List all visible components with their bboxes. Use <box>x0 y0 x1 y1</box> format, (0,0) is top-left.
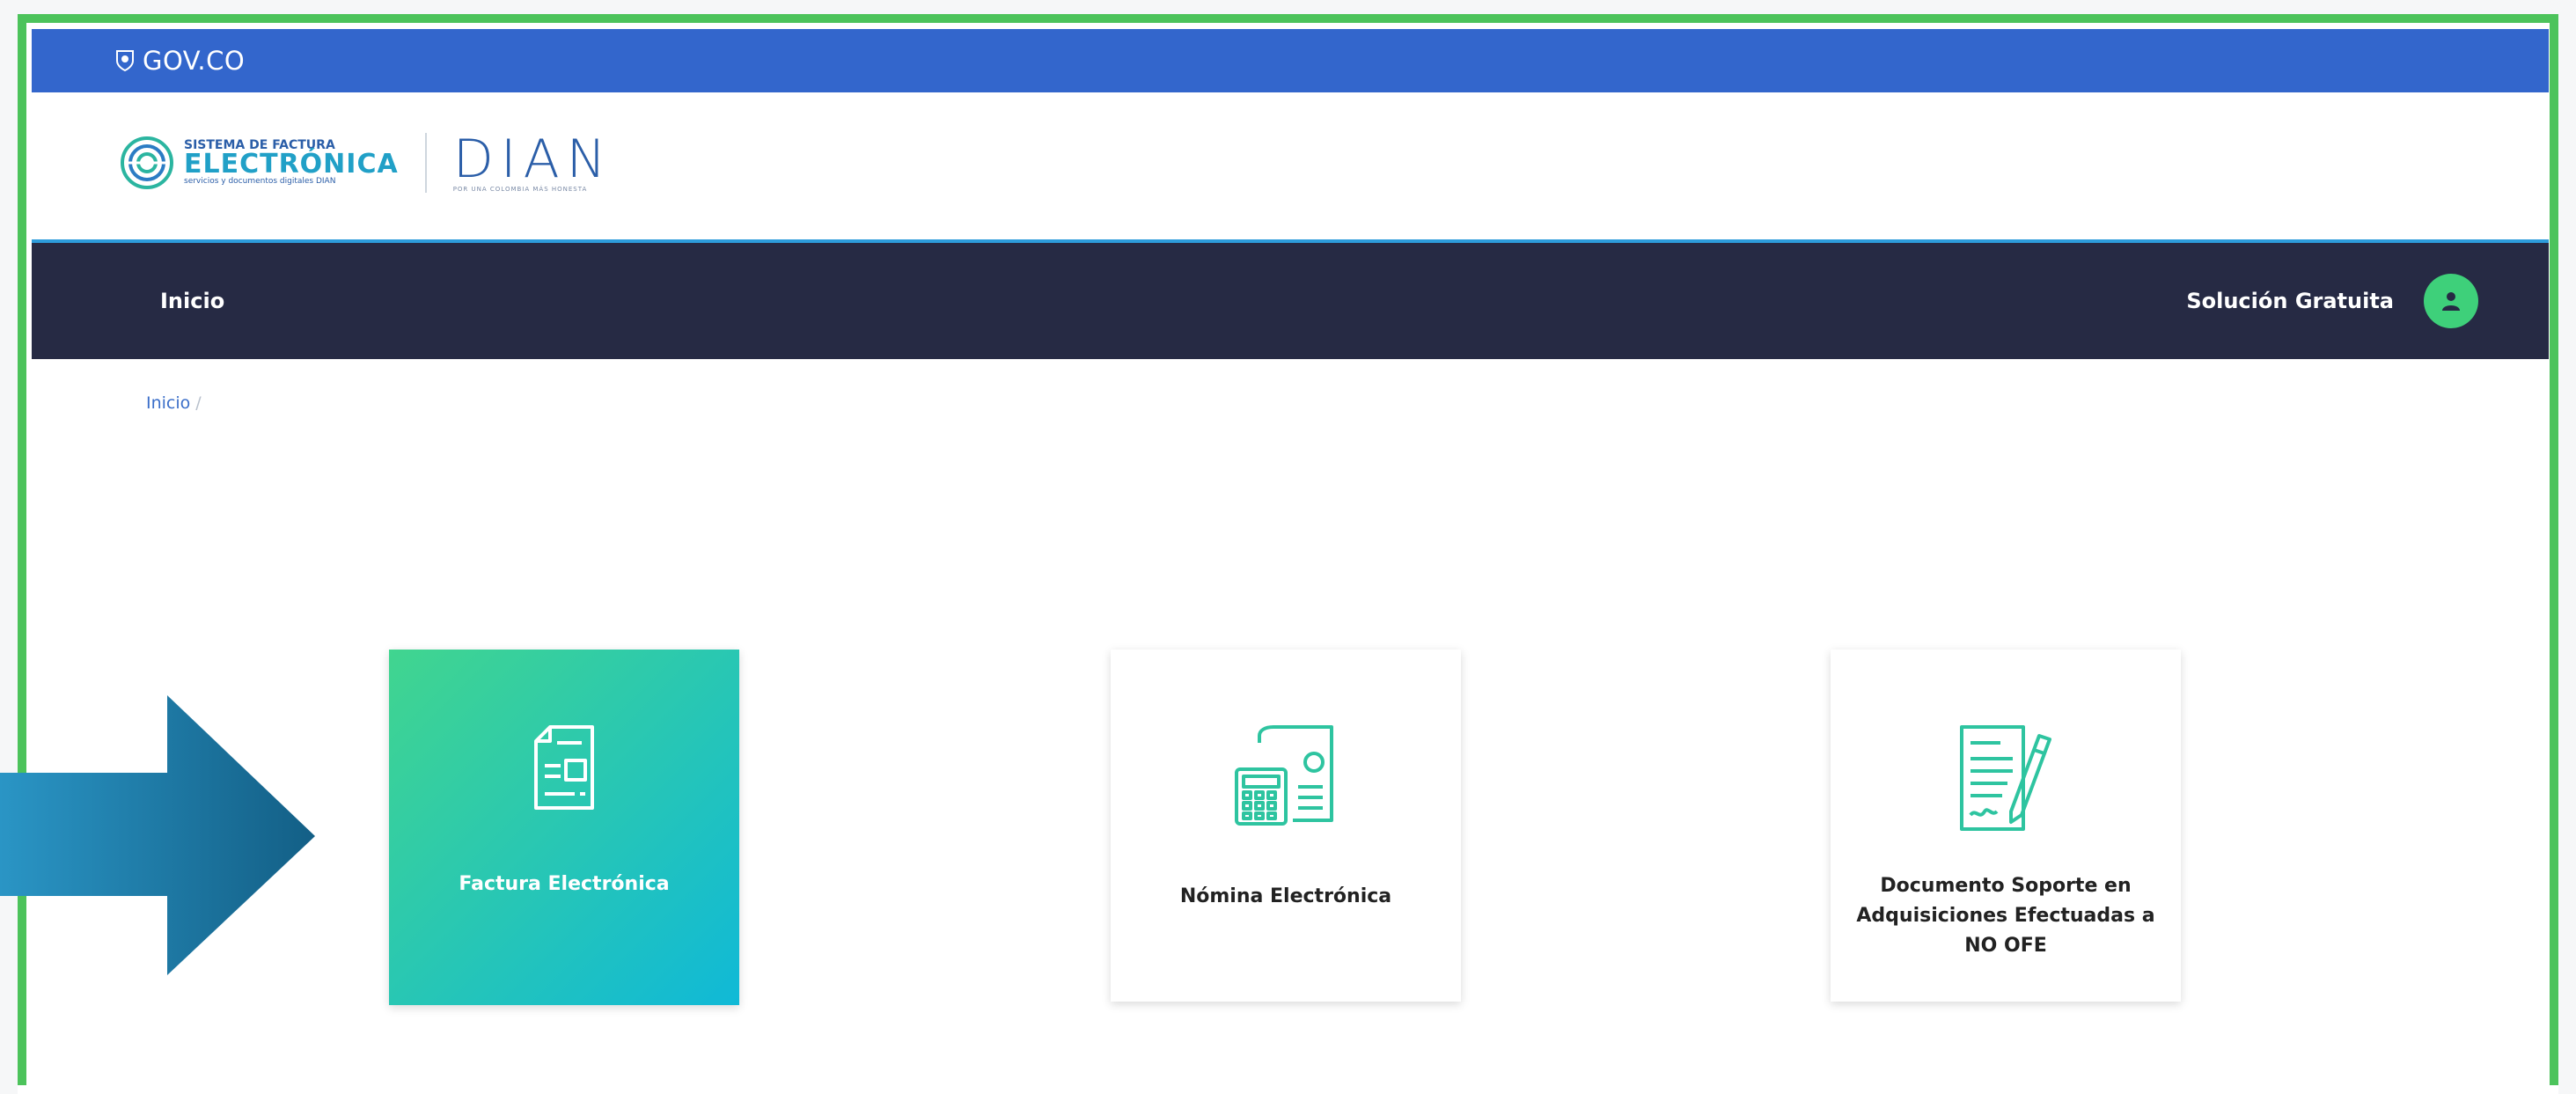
signed-document-icon <box>1960 725 2051 831</box>
gov-logo-text: GOV.CO <box>143 46 246 76</box>
nav-item-solucion-gratuita[interactable]: Solución Gratuita <box>2186 289 2394 313</box>
card-factura-electronica[interactable]: Factura Electrónica <box>389 650 739 1005</box>
breadcrumb-separator: / <box>195 393 202 413</box>
card-documento-label: Documento Soporte en Adquisiciones Efect… <box>1856 871 2154 961</box>
gov-logo[interactable]: GOV.CO <box>114 46 245 76</box>
card-nomina-label: Nómina Electrónica <box>1179 885 1392 907</box>
gov-top-bar: GOV.CO <box>32 29 2549 92</box>
card-documento-label-line3: NO OFE <box>1964 935 2047 958</box>
user-icon <box>2442 292 2460 311</box>
pointer-arrow-graphic <box>0 695 315 975</box>
breadcrumb-item-inicio[interactable]: Inicio <box>146 393 190 413</box>
fingerprint-globe-icon <box>121 136 173 189</box>
sfe-logo[interactable]: SISTEMA DE FACTURA ELECTRÓNICA servicios… <box>119 135 399 191</box>
frame-bottom <box>18 1085 2558 1094</box>
card-documento-soporte[interactable]: Documento Soporte en Adquisiciones Efect… <box>1831 650 2181 1002</box>
logo-divider <box>424 133 427 193</box>
card-nomina-electronica[interactable]: Nómina Electrónica <box>1111 650 1461 1002</box>
sfe-logo-line2: ELECTRÓNICA <box>184 149 399 180</box>
nav-right: Solución Gratuita <box>2186 274 2478 328</box>
card-documento-label-line1: Documento Soporte en <box>1880 875 2132 897</box>
nav-item-inicio[interactable]: Inicio <box>160 289 224 313</box>
payroll-calculator-icon <box>1235 725 1333 826</box>
dian-logo-name: DIAN <box>452 128 613 190</box>
colombia-shield-icon <box>116 50 134 72</box>
card-factura-label: Factura Electrónica <box>459 873 670 895</box>
invoice-icon <box>534 725 594 810</box>
dian-logo[interactable]: DIAN POR UNA COLOMBIA MÁS HONESTA <box>453 133 613 193</box>
user-avatar-button[interactable] <box>2424 274 2478 328</box>
header-logos: SISTEMA DE FACTURA ELECTRÓNICA servicios… <box>119 128 613 198</box>
card-documento-label-line2: Adquisiciones Efectuadas a <box>1856 905 2155 928</box>
dian-logo-tagline: POR UNA COLOMBIA MÁS HONESTA <box>452 186 588 193</box>
main-nav: Inicio Solución Gratuita <box>32 239 2549 359</box>
breadcrumb: Inicio / <box>146 393 202 413</box>
